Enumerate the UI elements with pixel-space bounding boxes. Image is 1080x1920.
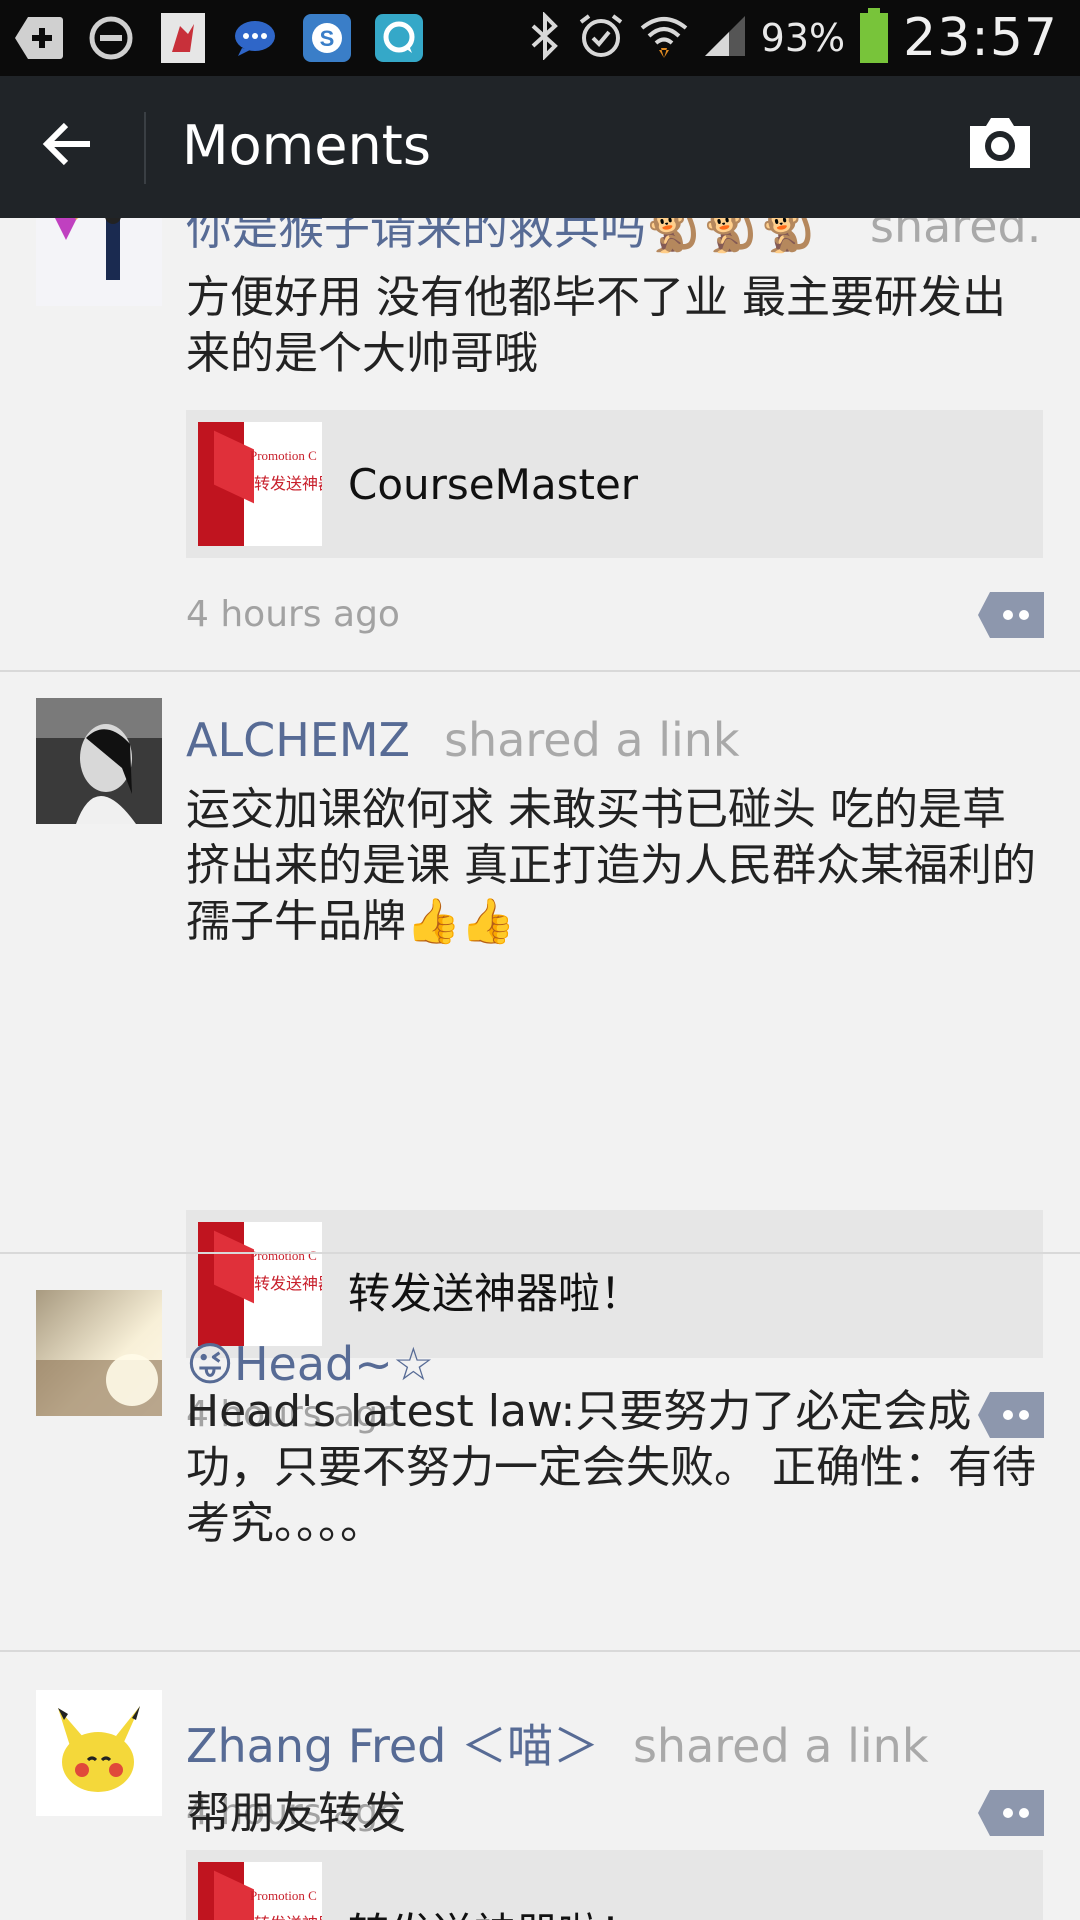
battery-icon	[859, 8, 889, 68]
do-not-disturb-icon	[86, 12, 136, 64]
post-text: 方便好用 没有他都毕不了业 最主要研发出来的是个大帅哥哦	[186, 272, 1006, 379]
post-text: Head's latest law:只要努力了必定会成功，只要不努力一定会失败。…	[186, 1386, 1036, 1549]
bluetooth-icon	[527, 11, 563, 64]
post-text: 运交加课欲何求 未敢买书已碰头 吃的是草挤出来的是课 真正打造为人民群众某福利的…	[186, 784, 1036, 947]
link-title: 转发送神器啦！	[348, 1269, 643, 1318]
user-name[interactable]: Zhang Fred ＜喵＞	[186, 1719, 599, 1773]
skype-icon: S	[302, 12, 352, 64]
user-name[interactable]: 😜Head~☆	[186, 1337, 434, 1391]
post-divider	[0, 1252, 1080, 1254]
shared-label: shared a link	[632, 1719, 929, 1773]
shared-label: shared...	[870, 218, 1040, 253]
moments-feed[interactable]: 你是猴子请来的救兵吗🐒🐒🐒 shared... 方便好用 没有他都毕不了业 最主…	[0, 218, 1080, 1920]
post-divider	[0, 1650, 1080, 1652]
post-text: 帮朋友转发	[186, 1788, 406, 1839]
battery-percent: 93%	[760, 16, 846, 60]
link-title: CourseMaster	[348, 460, 639, 509]
user-name[interactable]: 你是猴子请来的救兵吗🐒🐒🐒	[186, 218, 818, 255]
post-header: 你是猴子请来的救兵吗🐒🐒🐒	[186, 218, 818, 256]
comment-icon	[978, 592, 1044, 638]
comment-button[interactable]	[978, 592, 1044, 638]
page-title: Moments	[182, 114, 431, 177]
notification-icons: S	[14, 12, 424, 64]
avatar[interactable]	[36, 698, 162, 824]
clock: 23:57	[903, 8, 1058, 68]
alarm-icon	[577, 12, 625, 64]
link-card[interactable]: Promotion C 转发送神器 转发送神器啦！	[186, 1850, 1043, 1920]
messenger-icon	[374, 12, 424, 64]
shared-label: shared a link	[444, 713, 740, 767]
link-title: 转发送神器啦！	[348, 1900, 642, 1920]
post-item: ALCHEMZ shared a link 运交加课欲何求 未敢买书已碰头 吃的是…	[0, 672, 1080, 1358]
link-thumbnail: Promotion C 转发送神器	[198, 1862, 322, 1920]
link-card[interactable]: Promotion C 转发送神器 CourseMaster	[186, 410, 1043, 558]
avatar[interactable]	[36, 218, 162, 306]
link-thumbnail: Promotion C 转发送神器	[198, 422, 322, 546]
status-bar: S 93% 23:57	[0, 0, 1080, 76]
app-icon	[158, 12, 208, 64]
add-icon	[14, 12, 64, 64]
back-button[interactable]	[40, 116, 110, 178]
signal-icon	[703, 14, 747, 62]
post-header: Zhang Fred ＜喵＞ shared a link	[186, 1718, 928, 1774]
avatar[interactable]	[36, 1690, 162, 1816]
title-bar: Moments	[0, 76, 1080, 218]
post-header: ALCHEMZ shared a link	[186, 712, 740, 768]
post-time: 4 hours ago	[186, 594, 400, 635]
link-thumbnail: Promotion C 转发送神器	[198, 1222, 322, 1346]
title-divider	[144, 112, 146, 184]
camera-button[interactable]	[966, 116, 1036, 176]
system-indicators: 93% 23:57	[527, 0, 1058, 76]
back-arrow-icon	[42, 122, 90, 166]
chat-bubble-icon	[230, 12, 280, 64]
svg-text:S: S	[320, 26, 335, 51]
user-name[interactable]: ALCHEMZ	[186, 713, 410, 767]
wifi-icon	[639, 12, 689, 64]
camera-icon	[970, 118, 1030, 168]
avatar[interactable]	[36, 1290, 162, 1416]
